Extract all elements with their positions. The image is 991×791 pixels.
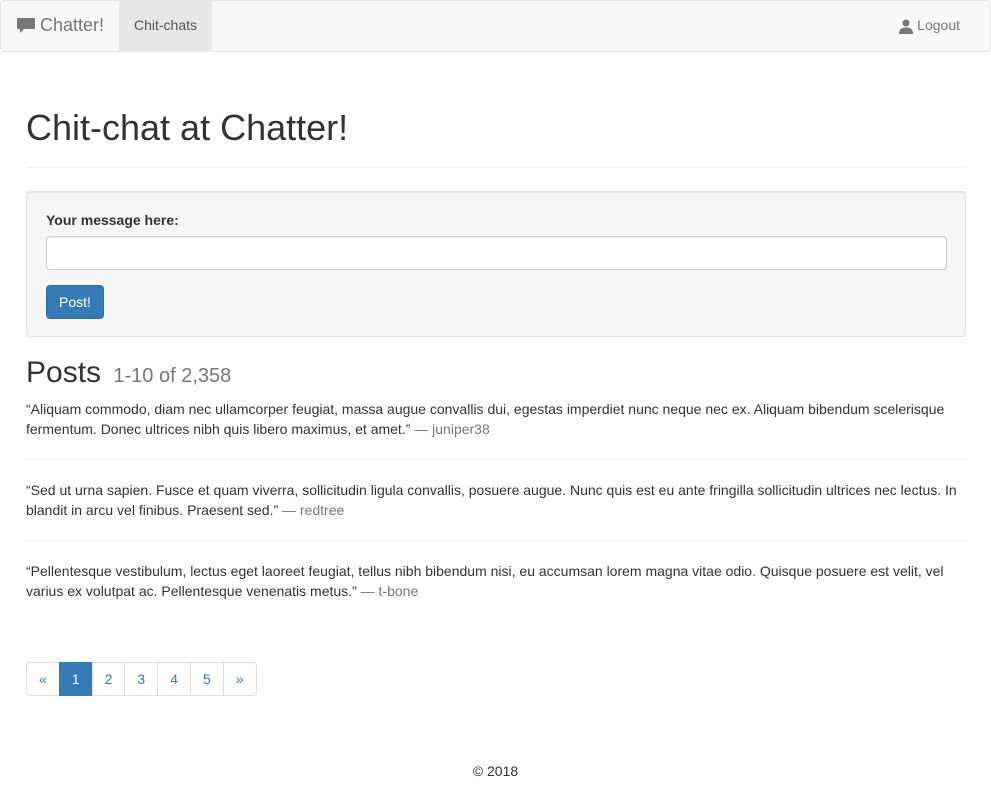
post-button[interactable]: Post! — [46, 285, 104, 319]
page-header: Chit-chat at Chatter! — [26, 108, 965, 168]
message-form: Your message here: Post! — [26, 191, 966, 337]
pagination-prev[interactable]: « — [26, 662, 60, 696]
brand-link[interactable]: Chatter! — [16, 1, 104, 51]
navbar: Chatter! Chit-chats Logout — [0, 0, 991, 52]
footer: © 2018 — [0, 762, 991, 782]
pagination-page-1[interactable]: 1 — [58, 662, 93, 696]
page-title: Chit-chat at Chatter! — [26, 107, 349, 148]
list-item: “Sed ut urna sapien. Fusce et quam viver… — [26, 480, 966, 541]
brand-label: Chatter! — [40, 15, 105, 36]
post-text: “Sed ut urna sapien. Fusce et quam viver… — [26, 482, 957, 518]
posts-list: “Aliquam commodo, diam nec ullamcorper f… — [26, 399, 966, 641]
posts-range: 1-10 of 2,358 — [113, 365, 232, 387]
nav-item-chit-chats[interactable]: Chit-chats — [119, 1, 212, 51]
logout-label: Logout — [917, 17, 960, 33]
nav-item-label: Chit-chats — [133, 17, 198, 33]
post-text: “Pellentesque vestibulum, lectus eget la… — [26, 563, 944, 599]
comment-icon — [16, 17, 36, 35]
pagination-page-4[interactable]: 4 — [157, 662, 191, 696]
pagination-next[interactable]: » — [222, 662, 257, 696]
pagination-page-5[interactable]: 5 — [189, 662, 224, 696]
list-item: “Aliquam commodo, diam nec ullamcorper f… — [26, 399, 966, 460]
pagination-page-2[interactable]: 2 — [91, 662, 126, 696]
logout-link[interactable]: Logout — [899, 1, 960, 51]
message-label: Your message here: — [46, 212, 179, 228]
copyright-text: © 2018 — [472, 763, 519, 779]
post-author: — redtree — [282, 502, 345, 518]
list-item: “Pellentesque vestibulum, lectus eget la… — [26, 561, 966, 621]
message-input[interactable] — [46, 236, 947, 270]
post-author: — juniper38 — [414, 421, 490, 437]
user-icon — [899, 19, 914, 34]
posts-heading: Posts 1-10 of 2,358 — [26, 356, 231, 389]
pagination-page-3[interactable]: 3 — [124, 662, 159, 696]
posts-heading-label: Posts — [26, 356, 102, 389]
pagination: « 1 2 3 4 5 » — [26, 662, 257, 696]
post-author: — t-bone — [360, 583, 419, 599]
